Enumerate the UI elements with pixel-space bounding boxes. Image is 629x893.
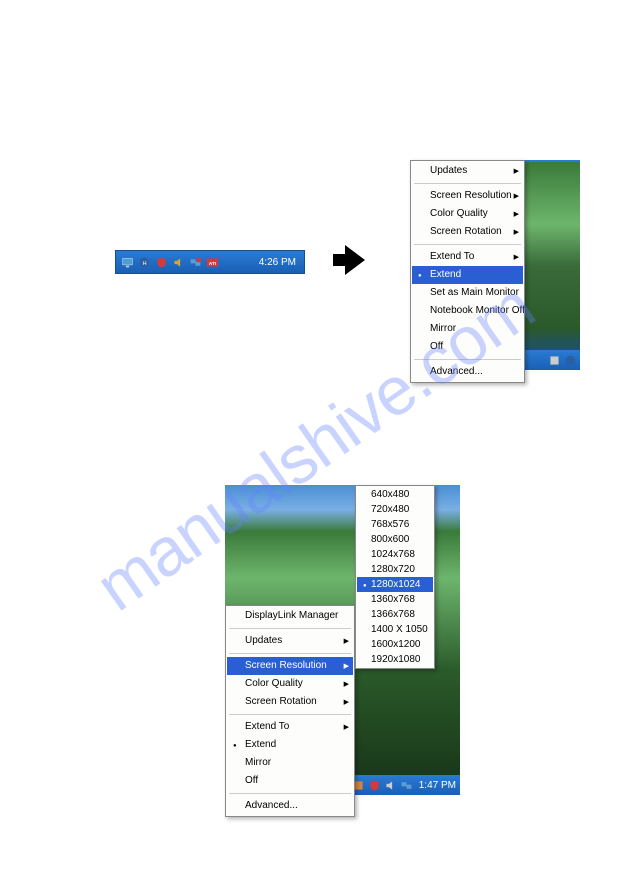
menu-item[interactable]: 1280x1024 xyxy=(357,577,433,592)
menu-separator xyxy=(229,793,351,794)
svg-text:ATI: ATI xyxy=(208,260,216,266)
taskbar-clock: 4:26 PM xyxy=(259,257,300,268)
menu-item[interactable]: 720x480 xyxy=(357,502,433,517)
menu-item[interactable]: Mirror xyxy=(412,320,523,338)
menu-separator xyxy=(414,359,521,360)
figure-1: H ATI 4:26 PM Updates Screen ResolutionCo… xyxy=(115,160,575,380)
menu-item[interactable]: Off xyxy=(412,338,523,356)
context-menu-1[interactable]: Updates Screen ResolutionColor QualityScr… xyxy=(410,160,525,383)
menu-item[interactable]: 1366x768 xyxy=(357,607,433,622)
menu-item[interactable]: Notebook Monitor Off xyxy=(412,302,523,320)
menu-item[interactable]: 1400 X 1050 xyxy=(357,622,433,637)
menu-item[interactable]: Off xyxy=(227,772,353,790)
arrow-right-icon xyxy=(345,245,365,275)
audio-icon[interactable] xyxy=(384,778,398,792)
figure-2: DisplayLink Manager Updates Screen Resolut… xyxy=(225,485,460,795)
desktop-background xyxy=(525,160,580,370)
menu-separator xyxy=(229,714,351,715)
menu-item[interactable]: Updates xyxy=(412,162,523,180)
shield-icon[interactable] xyxy=(368,778,382,792)
menu-item[interactable]: 1360x768 xyxy=(357,592,433,607)
menu-item[interactable]: Extend To xyxy=(412,248,523,266)
resolution-submenu[interactable]: 640x480720x480768x576800x6001024x7681280… xyxy=(355,485,435,669)
menu-item[interactable]: Color Quality xyxy=(412,205,523,223)
menu-item[interactable]: Screen Resolution xyxy=(227,657,353,675)
menu-item[interactable]: Color Quality xyxy=(227,675,353,693)
network-icon[interactable] xyxy=(188,255,202,269)
tray-icon[interactable] xyxy=(547,353,561,367)
menu-item[interactable]: Advanced... xyxy=(227,797,353,815)
menu-item[interactable]: 1280x720 xyxy=(357,562,433,577)
taskbar[interactable]: H ATI 4:26 PM xyxy=(115,250,305,274)
menu-item[interactable]: 1600x1200 xyxy=(357,637,433,652)
context-menu-2[interactable]: DisplayLink Manager Updates Screen Resolut… xyxy=(225,605,355,817)
menu-item[interactable]: Mirror xyxy=(227,754,353,772)
taskbar-clock-2: 1:47 PM xyxy=(419,780,456,791)
menu-item[interactable]: Updates xyxy=(227,632,353,650)
svg-text:H: H xyxy=(142,260,146,266)
menu-item[interactable]: Extend xyxy=(227,736,353,754)
menu-item[interactable]: Extend To xyxy=(227,718,353,736)
menu-item[interactable]: Advanced... xyxy=(412,363,523,381)
menu-item[interactable]: Set as Main Monitor xyxy=(412,284,523,302)
hib-icon[interactable]: H xyxy=(137,255,151,269)
menu-item[interactable]: DisplayLink Manager xyxy=(227,607,353,625)
menu-item[interactable]: Screen Rotation xyxy=(412,223,523,241)
menu-separator xyxy=(414,183,521,184)
shield-icon[interactable] xyxy=(154,255,168,269)
menu-item[interactable]: Extend xyxy=(412,266,523,284)
menu-item[interactable]: Screen Resolution xyxy=(412,187,523,205)
menu-separator xyxy=(229,653,351,654)
menu-item[interactable]: 768x576 xyxy=(357,517,433,532)
menu-separator xyxy=(229,628,351,629)
ati-icon[interactable]: ATI xyxy=(205,255,219,269)
audio-icon[interactable] xyxy=(171,255,185,269)
menu-separator xyxy=(414,244,521,245)
hib-icon[interactable] xyxy=(563,353,577,367)
network-icon[interactable] xyxy=(400,778,414,792)
menu-item[interactable]: Screen Rotation xyxy=(227,693,353,711)
taskbar-strip xyxy=(525,350,580,370)
monitor-icon[interactable] xyxy=(120,255,134,269)
menu-item[interactable]: 1920x1080 xyxy=(357,652,433,667)
menu-item[interactable]: 640x480 xyxy=(357,487,433,502)
menu-item[interactable]: 1024x768 xyxy=(357,547,433,562)
menu-item[interactable]: 800x600 xyxy=(357,532,433,547)
